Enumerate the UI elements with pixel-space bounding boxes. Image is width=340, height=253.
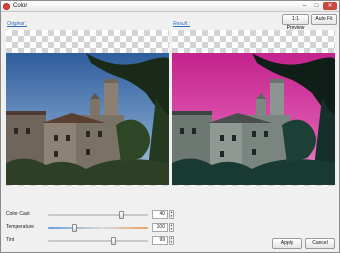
preview-1to1-button[interactable]: 1:1 Preview bbox=[282, 14, 309, 31]
color-cast-spinner[interactable]: ▲ ▼ bbox=[169, 210, 174, 219]
original-photo bbox=[6, 53, 169, 185]
minimize-button[interactable]: – bbox=[299, 2, 310, 10]
tint-label: Tint bbox=[6, 237, 15, 243]
tint-spinner[interactable]: ▲ ▼ bbox=[169, 236, 174, 245]
color-dialog: Color – □ ✕ 1:1 Preview Auto Fit Origina… bbox=[0, 0, 340, 253]
temperature-spinner[interactable]: ▲ ▼ bbox=[169, 223, 174, 232]
spin-down-icon[interactable]: ▼ bbox=[170, 240, 173, 244]
original-photo-image bbox=[6, 53, 169, 185]
temperature-slider-thumb[interactable] bbox=[72, 224, 77, 232]
spin-down-icon[interactable]: ▼ bbox=[170, 227, 173, 231]
color-cast-value[interactable]: 40 bbox=[152, 210, 168, 219]
auto-fit-button[interactable]: Auto Fit bbox=[311, 14, 337, 25]
temperature-label: Temperature bbox=[6, 224, 35, 230]
color-cast-slider-track[interactable] bbox=[48, 211, 148, 219]
result-photo-image bbox=[172, 53, 335, 185]
apply-button[interactable]: Apply bbox=[272, 238, 302, 249]
result-panel-label: Result : bbox=[173, 21, 190, 27]
app-logo-icon bbox=[3, 3, 10, 10]
color-cast-label: Color Cast bbox=[6, 211, 30, 217]
maximize-button[interactable]: □ bbox=[311, 2, 322, 10]
color-cast-control: Color Cast 40 ▲ ▼ bbox=[6, 210, 336, 220]
cancel-button[interactable]: Cancel bbox=[305, 238, 335, 249]
temperature-value[interactable]: 100 bbox=[152, 223, 168, 232]
result-photo bbox=[172, 53, 335, 185]
title-bar: Color – □ ✕ bbox=[1, 1, 339, 12]
tint-slider-track[interactable] bbox=[48, 237, 148, 245]
original-panel-label: Original : bbox=[7, 21, 28, 27]
spin-down-icon[interactable]: ▼ bbox=[170, 214, 173, 218]
tint-slider-thumb[interactable] bbox=[111, 237, 116, 245]
color-cast-slider-thumb[interactable] bbox=[119, 211, 124, 219]
temperature-control: Temperature 100 ▲ ▼ bbox=[6, 223, 336, 233]
close-button[interactable]: ✕ bbox=[323, 2, 337, 10]
window-title: Color bbox=[13, 3, 28, 9]
temperature-slider-track[interactable] bbox=[48, 224, 148, 232]
tint-value[interactable]: 99 bbox=[152, 236, 168, 245]
